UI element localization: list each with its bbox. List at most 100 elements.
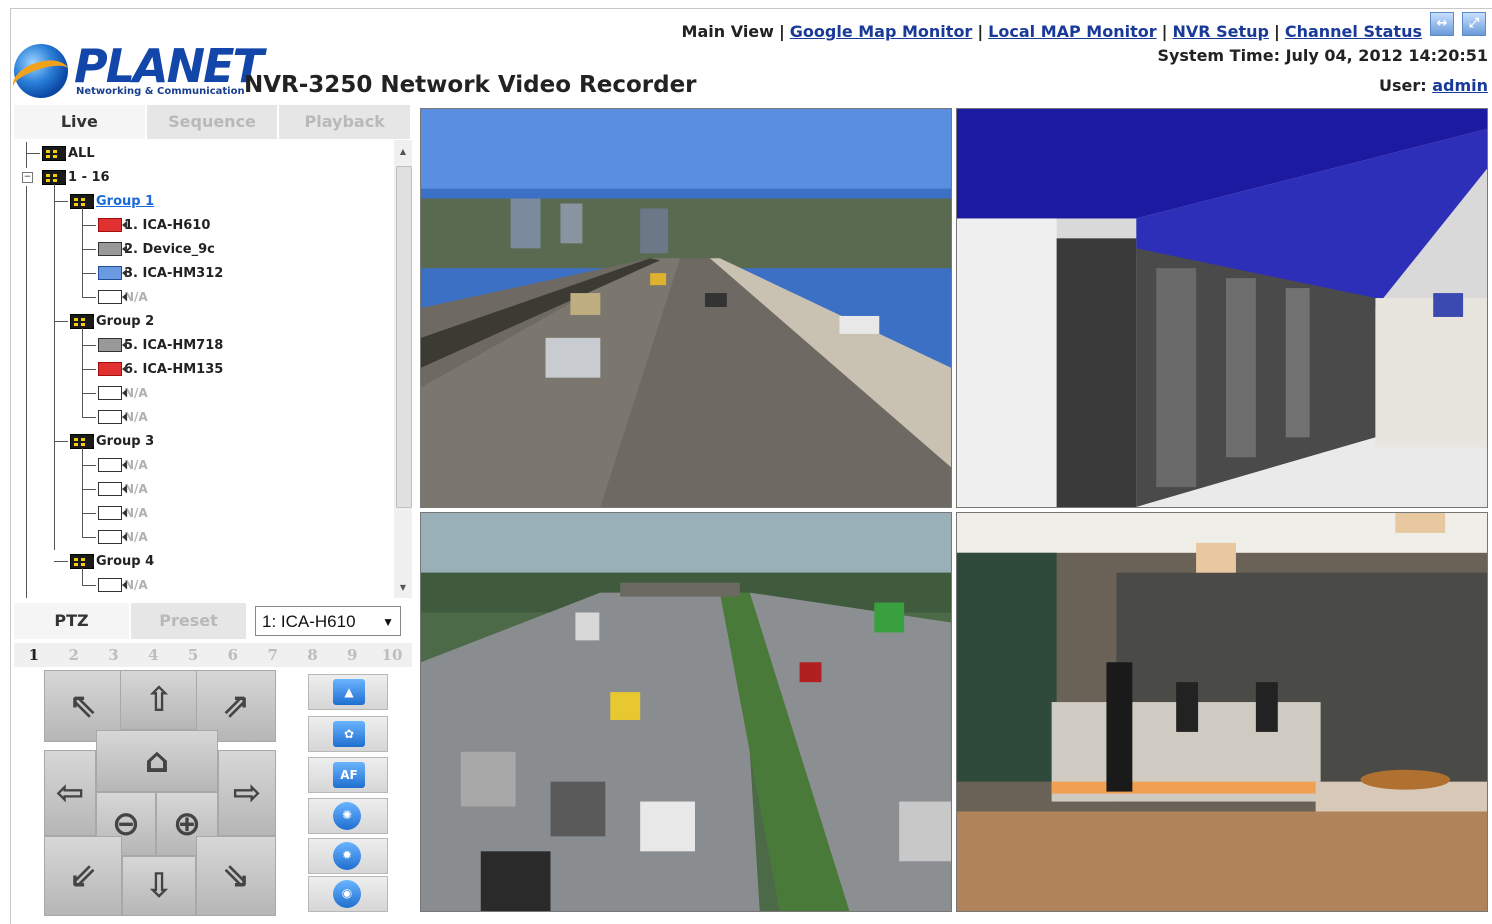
tree-connector: [82, 273, 96, 274]
nav-google-map-monitor[interactable]: Google Map Monitor: [790, 22, 973, 41]
scroll-down-arrow[interactable]: ▼: [394, 580, 412, 596]
camera-icon: [98, 266, 127, 280]
preset-4[interactable]: 4: [133, 643, 173, 667]
tree-camera-item[interactable]: N/A: [98, 454, 148, 476]
tree-connector: [54, 201, 68, 202]
auto-focus-button[interactable]: AF: [308, 757, 388, 793]
tree-camera-item[interactable]: 1. ICA-H610: [98, 214, 210, 236]
tree-connector: [82, 328, 83, 418]
scroll-thumb[interactable]: [396, 166, 412, 508]
tree-item-all[interactable]: ALL: [42, 142, 95, 164]
iris-close-button[interactable]: ✹: [308, 838, 388, 874]
tilt-up-button[interactable]: ⇧: [120, 670, 198, 730]
preset-7[interactable]: 7: [253, 643, 293, 667]
video-channel-1[interactable]: [420, 108, 952, 508]
camera-icon: [98, 290, 127, 304]
nav-local-map-monitor[interactable]: Local MAP Monitor: [988, 22, 1156, 41]
preset-10[interactable]: 10: [372, 643, 412, 667]
collapse-icon[interactable]: −: [22, 172, 33, 183]
fit-width-icon[interactable]: ↔: [1430, 12, 1454, 36]
tree-camera-item[interactable]: N/A: [98, 574, 148, 596]
tree-item-range-label: 1 - 16: [68, 169, 110, 185]
nav-separator: |: [1161, 22, 1168, 41]
tree-camera-item[interactable]: N/A: [98, 382, 148, 404]
top-nav: Main View | Google Map Monitor | Local MAP M…: [682, 22, 1422, 41]
tree-camera-item-label: N/A: [124, 530, 148, 544]
tab-live[interactable]: Live: [14, 105, 147, 139]
tree-scrollbar[interactable]: ▲ ▼: [394, 140, 412, 598]
tree-camera-item-label: N/A: [124, 458, 148, 472]
preset-8[interactable]: 8: [293, 643, 333, 667]
preset-1[interactable]: 1: [14, 643, 54, 667]
iris-open-icon: ✺: [333, 802, 361, 830]
pan-left-button[interactable]: ⇦: [44, 750, 96, 836]
video-channel-2[interactable]: [956, 108, 1488, 508]
camera-icon: [98, 578, 127, 592]
focus-near-button[interactable]: ✿: [308, 716, 388, 752]
hotel-lobby-scene: [957, 513, 1487, 911]
preset-5[interactable]: 5: [173, 643, 213, 667]
iris-open-button[interactable]: ✺: [308, 798, 388, 834]
user-link[interactable]: admin: [1432, 76, 1488, 95]
preset-9[interactable]: 9: [332, 643, 372, 667]
tree-group-2-label: Group 2: [96, 313, 155, 329]
ptz-direction-pad: ⇖ ⇧ ⇗ ⇦ ⌂ ⇨ ⊖ ⊕ ⇙ ⇩ ⇘: [44, 670, 276, 916]
tree-item-all-label: ALL: [68, 145, 95, 161]
camera-select[interactable]: 1: ICA-H610 ▼: [255, 606, 401, 636]
tab-sequence[interactable]: Sequence: [146, 105, 280, 139]
tree-camera-item[interactable]: N/A: [98, 286, 148, 308]
nav-nvr-setup[interactable]: NVR Setup: [1172, 22, 1269, 41]
group-icon: [42, 145, 66, 161]
iris-close-icon: ✹: [333, 842, 361, 870]
tree-connector: [82, 537, 96, 538]
tree-camera-item[interactable]: N/A: [98, 478, 148, 500]
user-label: User:: [1378, 76, 1427, 95]
camera-icon: [98, 506, 127, 520]
highway-scene: [421, 109, 951, 507]
nav-channel-status[interactable]: Channel Status: [1285, 22, 1422, 41]
tree-camera-item[interactable]: 3. ICA-HM312: [98, 262, 223, 284]
tree-connector: [54, 184, 55, 550]
scroll-up-arrow[interactable]: ▲: [394, 144, 412, 160]
fullscreen-icon[interactable]: ⤢: [1462, 12, 1486, 36]
tree-group-4-label: Group 4: [96, 553, 155, 569]
target-button[interactable]: ◉: [308, 876, 388, 912]
af-icon: AF: [333, 762, 365, 788]
tree-item-range[interactable]: 1 - 16: [42, 166, 110, 188]
tree-connector: [82, 568, 83, 586]
tree-connector: [82, 297, 96, 298]
video-channel-4[interactable]: [956, 512, 1488, 912]
group-icon: [70, 553, 94, 569]
camera-select-value: 1: ICA-H610: [262, 612, 356, 631]
pan-right-button[interactable]: ⇨: [218, 750, 276, 836]
tree-camera-item[interactable]: 2. Device_9c: [98, 238, 215, 260]
image-adjust-button[interactable]: ▲: [308, 674, 388, 710]
video-channel-3[interactable]: [420, 512, 952, 912]
pan-down-left-button[interactable]: ⇙: [44, 836, 122, 916]
group-icon: [70, 313, 94, 329]
tree-connector: [82, 225, 96, 226]
preset-6[interactable]: 6: [213, 643, 253, 667]
tab-ptz[interactable]: PTZ: [14, 603, 131, 639]
view-tabs: Live Sequence Playback: [14, 105, 413, 139]
tree-camera-item[interactable]: 5. ICA-HM718: [98, 334, 223, 356]
tab-playback[interactable]: Playback: [279, 105, 413, 139]
home-button[interactable]: ⌂: [96, 730, 218, 792]
tree-camera-item-label: N/A: [124, 506, 148, 520]
chevron-down-icon: ▼: [382, 615, 394, 629]
tree-connector: [82, 465, 96, 466]
tree-camera-item[interactable]: N/A: [98, 406, 148, 428]
tilt-down-button[interactable]: ⇩: [122, 856, 196, 916]
tree-camera-item-label: N/A: [124, 578, 148, 592]
tree-camera-item[interactable]: N/A: [98, 502, 148, 524]
tree-camera-item[interactable]: 6. ICA-HM135: [98, 358, 223, 380]
nav-main-view[interactable]: Main View: [682, 22, 774, 41]
pan-down-right-button[interactable]: ⇘: [196, 836, 276, 916]
group-icon: [70, 433, 94, 449]
tree-connector: [26, 186, 27, 598]
tree-connector: [82, 585, 96, 586]
tree-camera-item[interactable]: N/A: [98, 526, 148, 548]
preset-2[interactable]: 2: [54, 643, 94, 667]
preset-3[interactable]: 3: [94, 643, 134, 667]
tab-preset[interactable]: Preset: [131, 603, 248, 639]
